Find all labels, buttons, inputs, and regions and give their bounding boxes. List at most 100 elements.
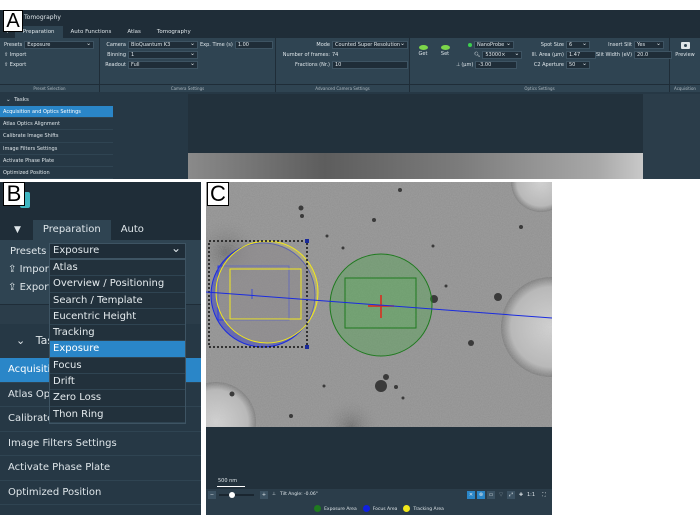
ribbon: PresetsExposure ⇪ Import ⇪ Export Preset…: [0, 38, 700, 92]
tab-auto-functions[interactable]: Auto Functions: [111, 220, 201, 255]
dropdown-option[interactable]: Focus: [50, 358, 185, 375]
zoom-slider[interactable]: [219, 492, 254, 498]
readout-label: Readout: [105, 61, 126, 68]
legend-exposure-area: Exposure Area: [314, 504, 357, 512]
task-item[interactable]: Activate Phase Plate: [0, 456, 201, 481]
task-item[interactable]: Atlas Optics Alignment: [0, 118, 113, 131]
camera-settings-caption: Camera Settings: [100, 84, 275, 92]
advanced-camera-group: ModeCounted Super Resolution Number of f…: [276, 38, 410, 92]
dropdown-option[interactable]: Atlas: [50, 260, 185, 277]
tab-collapse[interactable]: ▼: [0, 220, 33, 240]
camera-select[interactable]: BioQuantum K3: [128, 40, 198, 49]
ill-area-input[interactable]: 1.47: [566, 50, 596, 59]
camera-settings-group: CameraBioQuantum K3 Binning1 ReadoutFull…: [100, 38, 276, 92]
tasks-title: Tasks: [14, 97, 29, 103]
tab-tomography[interactable]: Tomography: [149, 26, 199, 38]
fit-view-icon[interactable]: ⤢: [507, 491, 515, 499]
import-button[interactable]: ⇪ Import: [8, 264, 53, 275]
binning-select[interactable]: 1: [128, 50, 198, 59]
tracking-area-circle[interactable]: [215, 240, 319, 344]
get-button[interactable]: Get: [416, 41, 430, 57]
legend-focus-area: Focus Area: [362, 504, 397, 512]
panel-c-image-viewer: 500 nm − + ⊥ Tilt Angle: -0.06° ✕ ⊗ ▭ ▽ …: [206, 182, 552, 515]
dropdown-option[interactable]: Tracking: [50, 325, 185, 342]
slit-width-input[interactable]: 20.0: [634, 50, 672, 59]
zoom-in-button[interactable]: +: [260, 491, 268, 499]
defocus-input[interactable]: -3.00: [475, 60, 518, 69]
move-icon[interactable]: ✚: [517, 491, 525, 499]
filter-icon[interactable]: ▽: [497, 491, 505, 499]
mode-select[interactable]: Counted Super Resolution: [332, 40, 408, 49]
get-icon: [418, 45, 428, 50]
probe-status-icon: [468, 42, 472, 47]
tilt-angle-readout: Tilt Angle: -0.06°: [280, 492, 318, 497]
c2-aperture-label: C2 Aperture: [533, 61, 564, 68]
dropdown-option-selected[interactable]: Exposure: [50, 341, 185, 358]
dropdown-option[interactable]: Overview / Positioning: [50, 276, 185, 293]
set-button[interactable]: Set: [438, 41, 452, 57]
spot-size-select[interactable]: 6: [566, 40, 590, 49]
task-item[interactable]: Activate Phase Plate: [0, 155, 113, 167]
zoom-slider-handle[interactable]: [229, 492, 235, 498]
exp-time-input[interactable]: 1.00: [234, 40, 273, 49]
one-to-one-button[interactable]: 1:1: [527, 491, 535, 499]
panel-b-zoomed-presets: ▼ Preparation Auto Functions Presets Exp…: [0, 182, 201, 515]
crosshair-toggle-icon[interactable]: ✕: [467, 491, 475, 499]
image-viewer[interactable]: [188, 94, 643, 179]
window-icon[interactable]: ▭: [487, 491, 495, 499]
micrograph-image[interactable]: [206, 182, 552, 427]
tab-atlas[interactable]: Atlas: [119, 26, 149, 38]
presets-select[interactable]: Exposure: [24, 40, 95, 49]
zoom-out-button[interactable]: −: [208, 491, 216, 499]
ill-area-label: Ill. Area (µm): [531, 51, 564, 58]
import-button[interactable]: ⇪ Import: [4, 50, 26, 59]
dropdown-option[interactable]: Eucentric Height: [50, 309, 185, 326]
viewer-toolbar: − + ⊥ Tilt Angle: -0.06° ✕ ⊗ ▭ ▽ ⤢ ✚ 1:1…: [206, 489, 552, 501]
fullscreen-icon[interactable]: ⛶: [540, 491, 548, 499]
target-toggle-icon[interactable]: ⊗: [477, 491, 485, 499]
camera-icon: [680, 42, 690, 49]
slit-width-label: Slit Width (eV): [596, 51, 633, 58]
insert-slit-select[interactable]: Yes: [634, 40, 664, 49]
c2-aperture-select[interactable]: 50: [566, 60, 590, 69]
preset-selection-group: PresetsExposure ⇪ Import ⇪ Export Preset…: [0, 38, 100, 92]
task-item[interactable]: Calibrate Image Shifts: [0, 130, 113, 143]
preview-button[interactable]: Preview: [672, 42, 698, 58]
exp-time-label: Exp. Time (s): [200, 41, 233, 48]
spot-size-label: Spot Size: [540, 41, 564, 48]
frames-value: 74: [332, 51, 339, 58]
tab-preparation[interactable]: Preparation: [32, 220, 111, 240]
dropdown-option[interactable]: Thon Ring: [50, 407, 185, 423]
task-item[interactable]: Optimized Position: [0, 167, 113, 179]
task-item[interactable]: Acquisition and Optics Settings: [0, 106, 113, 119]
insert-slit-label: Insert Slit: [608, 41, 632, 48]
set-label: Set: [440, 51, 450, 57]
magnification-select[interactable]: 53000×: [482, 50, 523, 59]
import-label: Import: [19, 264, 53, 275]
readout-select[interactable]: Full: [128, 60, 198, 69]
chevron-down-icon: ⌄: [6, 97, 11, 103]
fractions-input[interactable]: 10: [332, 60, 408, 69]
tasks-panel: ⌄ Tasks Acquisition and Optics Settings …: [0, 94, 113, 179]
presets-label: Presets: [10, 246, 47, 257]
task-item[interactable]: Optimized Position: [0, 481, 201, 505]
export-button[interactable]: ⇪ Export: [8, 282, 52, 293]
task-item[interactable]: Image Filters Settings: [0, 432, 201, 456]
dropdown-option[interactable]: Drift: [50, 374, 185, 391]
dropdown-option[interactable]: Zero Loss: [50, 390, 185, 407]
export-button[interactable]: ⇪ Export: [4, 60, 26, 69]
dropdown-option[interactable]: Search / Template: [50, 293, 185, 309]
tasks-header[interactable]: ⌄ Tasks: [0, 94, 113, 106]
presets-select[interactable]: Exposure: [49, 241, 186, 259]
probe-mode-select[interactable]: NanoProbe: [474, 40, 514, 49]
resize-handle[interactable]: [305, 345, 309, 349]
task-item[interactable]: Image Filters Settings: [0, 143, 113, 155]
resize-handle[interactable]: [305, 239, 309, 243]
export-label: Export: [19, 282, 53, 293]
title-bar: Tomography: [0, 10, 700, 26]
acquisition-caption: Acquisition: [670, 84, 700, 92]
panel-label-a: A: [3, 10, 23, 32]
tab-auto-functions[interactable]: Auto Functions: [63, 26, 120, 38]
right-side-panel: [643, 94, 700, 179]
ribbon-tabs: ▼ Preparation Auto Functions: [0, 220, 201, 255]
